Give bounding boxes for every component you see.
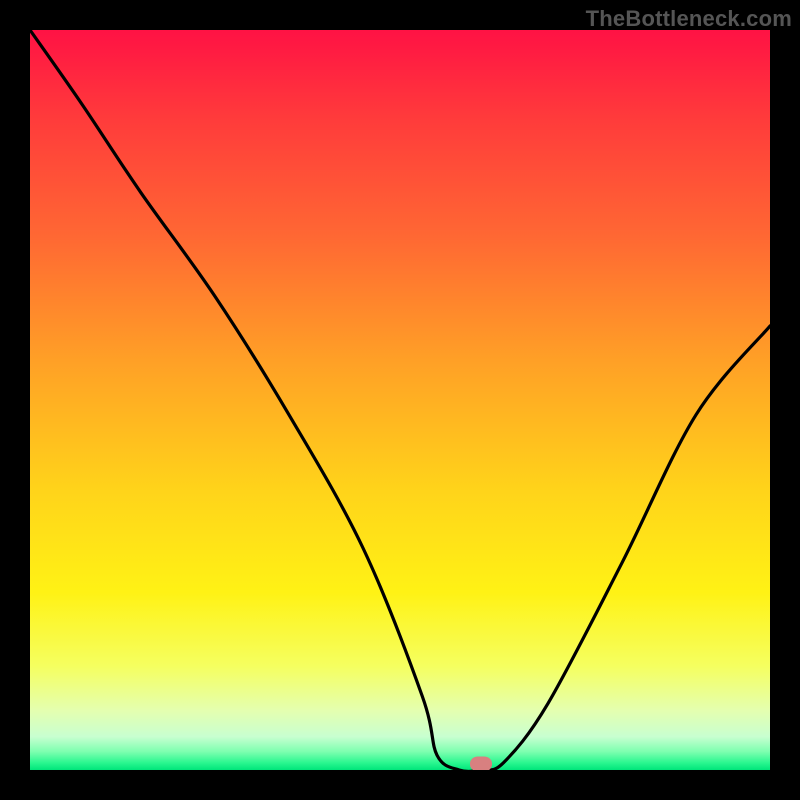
bottleneck-curve-path	[30, 30, 770, 770]
attribution-text: TheBottleneck.com	[586, 6, 792, 32]
plot-area	[30, 30, 770, 770]
curve-layer	[30, 30, 770, 770]
chart-frame: TheBottleneck.com	[0, 0, 800, 800]
optimal-marker	[470, 757, 492, 771]
